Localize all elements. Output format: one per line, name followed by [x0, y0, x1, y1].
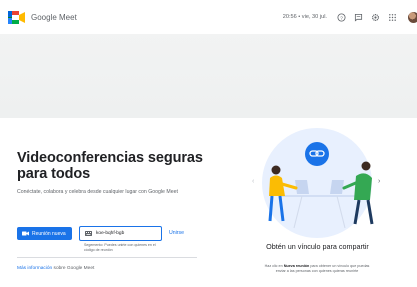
- keyboard-icon: [85, 231, 92, 236]
- header-datetime: 20:56 • vie, 30 jul.: [282, 14, 327, 20]
- divider: [17, 257, 197, 258]
- new-meeting-label: Reunión nueva: [32, 230, 66, 237]
- feedback-icon[interactable]: [353, 12, 363, 22]
- carousel-card-title: Obtén un vínculo para compartir: [266, 242, 369, 251]
- card-desc-bold: Nueva reunión: [283, 264, 310, 268]
- settings-icon[interactable]: [370, 12, 380, 22]
- share-link-illustration: [268, 142, 374, 229]
- new-meeting-button[interactable]: Reunión nueva: [17, 227, 72, 240]
- hero-title: Videoconferencias seguras para todos: [17, 150, 203, 182]
- carousel-card-description: Haz clic en Nueva reunión para obtener u…: [262, 264, 372, 274]
- app-header: Google Meet 20:56 • vie, 30 jul. ?: [0, 0, 417, 34]
- more-info-link[interactable]: Más información: [17, 266, 52, 271]
- help-icon[interactable]: ?: [336, 12, 346, 22]
- google-meet-logo[interactable]: Google Meet: [8, 11, 77, 24]
- video-camera-icon: [22, 231, 29, 236]
- more-info-suffix: sobre Google Meet: [53, 266, 95, 271]
- meeting-code-input[interactable]: koe-bqhf-bgb: [79, 226, 162, 241]
- more-info-text: Más información sobre Google Meet: [17, 266, 94, 271]
- app-name: Google Meet: [31, 13, 77, 22]
- join-button[interactable]: Unirse: [169, 230, 184, 236]
- card-desc-prefix: Haz clic en: [264, 264, 283, 268]
- svg-text:?: ?: [340, 15, 343, 21]
- apps-grid-icon[interactable]: [387, 12, 397, 22]
- meeting-code-value: koe-bqhf-bgb: [96, 231, 125, 236]
- avatar[interactable]: [408, 11, 417, 23]
- meet-logo-icon: [8, 11, 25, 24]
- chevron-left-icon[interactable]: ‹: [252, 178, 254, 185]
- header-actions: 20:56 • vie, 30 jul. ?: [283, 10, 417, 24]
- meeting-code-hint: Segemento: Puedes unirte con quienes en …: [84, 243, 156, 252]
- hero-subtitle: Conéctate, colabora y celebra desde cual…: [17, 189, 178, 195]
